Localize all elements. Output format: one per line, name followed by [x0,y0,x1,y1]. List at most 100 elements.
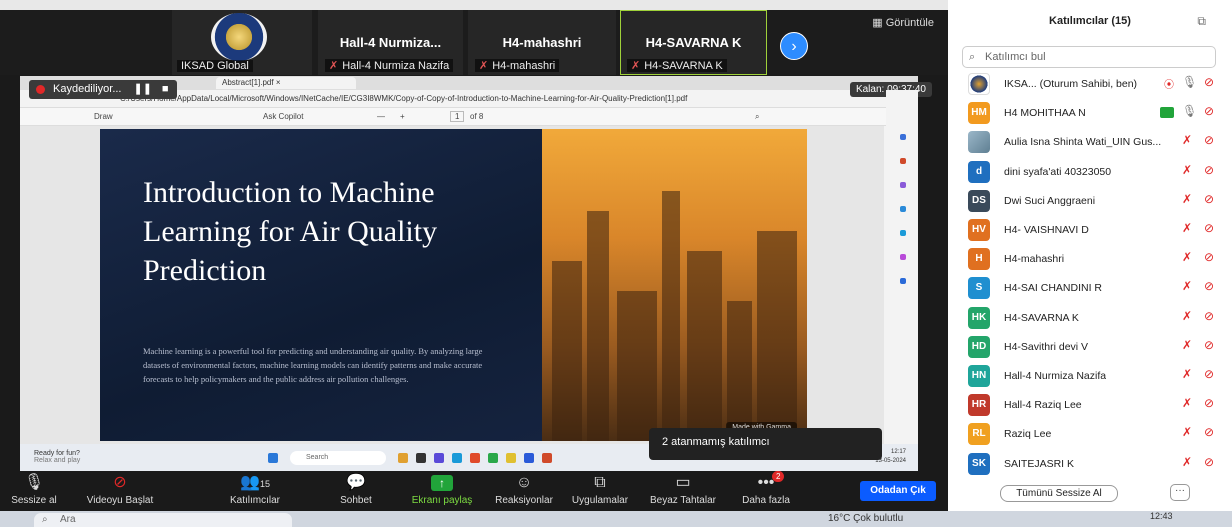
mic-muted-icon[interactable]: ✗ [1182,192,1192,206]
mute-button[interactable]: 🎙 Sessize al [0,471,74,506]
camera-off-icon[interactable]: ⊘ [1204,396,1214,410]
outlook-icon[interactable] [900,230,906,236]
participant-row[interactable]: d dini syafa'ati 40323050 ✗ ⊘ [968,158,1228,186]
participant-row[interactable]: Aulia Isna Shinta Wati_UIN Gus... ✗ ⊘ [968,128,1228,156]
draw-button[interactable]: Draw [94,112,113,121]
video-tile[interactable]: H4-mahashri ✗ H4-mahashri [468,10,616,75]
microphone-icon[interactable]: 🎙 [1182,75,1197,89]
participant-row[interactable]: H H4-mahashri ✗ ⊘ [968,245,1228,273]
participant-row[interactable]: HR Hall-4 Raziq Lee ✗ ⊘ [968,391,1228,419]
chat-button[interactable]: 💬 Sohbet [316,471,396,506]
panel-more-button[interactable]: ··· [1170,484,1190,501]
whiteboards-button[interactable]: ▭ Beyaz Tahtalar [643,471,723,506]
microphone-icon[interactable]: 🎙 [1182,104,1197,118]
edge-app-icon [452,453,462,463]
system-clock[interactable]: 12:43 [1150,511,1173,521]
participant-name: SAITEJASRI K [1004,457,1075,470]
search-icon[interactable]: ⌕ [755,112,759,122]
windows-search[interactable]: ⌕ Ara [34,513,292,527]
weather-widget[interactable]: 16°C Çok bulutlu [828,513,903,524]
page-number-input[interactable]: 1 [450,111,465,122]
camera-off-icon: ⊘ [113,474,127,491]
chat-icon: 💬 [346,474,366,491]
mic-muted-icon[interactable]: ✗ [1182,163,1192,177]
tile-name: ✗ Hall-4 Nurmiza Nazifa [325,59,454,72]
participants-button[interactable]: 👥15 Katılımcılar [215,471,295,506]
reactions-button[interactable]: ☺ Reaksiyonlar [484,471,564,506]
start-video-button[interactable]: ⊘ Videoyu Başlat [80,471,160,506]
camera-off-icon[interactable]: ⊘ [1204,338,1214,352]
tile-name: ✗ H4-mahashri [475,59,560,72]
camera-off-icon[interactable]: ⊘ [1204,192,1214,206]
powerpoint-app-icon [542,453,552,463]
zoom-in-button[interactable]: + [400,112,405,121]
mic-muted-icon[interactable]: ✗ [1182,279,1192,293]
mic-muted-icon[interactable]: ✗ [1182,425,1192,439]
video-tile-host[interactable]: IKSAD Global [172,10,312,75]
participant-name: H4-SAVARNA K [1004,311,1079,324]
share-screen-button[interactable]: ↑ Ekranı paylaş [402,471,482,506]
mic-muted-icon[interactable]: ✗ [1182,309,1192,323]
mute-all-button[interactable]: Tümünü Sessize Al [1000,485,1118,502]
camera-off-icon[interactable]: ⊘ [1204,75,1214,89]
apps-button[interactable]: ⧉ Uygulamalar [560,471,640,506]
mic-muted-icon[interactable]: ✗ [1182,338,1192,352]
mic-muted-icon[interactable]: ✗ [1182,250,1192,264]
avatar: SK [968,452,990,475]
taskbar-search: Search [290,451,386,465]
video-tile-active-speaker[interactable]: H4-SAVARNA K ✗ H4-SAVARNA K [620,10,767,75]
participant-row[interactable]: RL Raziq Lee ✗ ⊘ [968,420,1228,448]
pdf-view[interactable]: Introduction to Machine Learning for Air… [20,126,884,444]
video-tile[interactable]: Hall-4 Nurmiza... ✗ Hall-4 Nurmiza Nazifa [318,10,463,75]
games-icon[interactable] [900,182,906,188]
designer-icon[interactable] [900,254,906,260]
screen-share-icon [1160,107,1174,119]
leave-meeting-button[interactable]: Odadan Çık [860,481,936,501]
mic-muted-icon[interactable]: ✗ [1182,396,1192,410]
apps-icon[interactable] [900,206,906,212]
more-button[interactable]: ••• 2 Daha fazla [726,471,806,506]
mic-muted-icon[interactable]: ✗ [1182,133,1192,147]
participant-row[interactable]: HM H4 MOHITHAA N 🎙 ⊘ [968,99,1228,127]
camera-off-icon[interactable]: ⊘ [1204,279,1214,293]
recording-indicator[interactable]: Kaydediliyor... ❚❚ ■ [29,80,177,99]
mic-muted-icon[interactable]: ✗ [1182,367,1192,381]
participant-row[interactable]: HK H4-SAVARNA K ✗ ⊘ [968,304,1228,332]
mic-muted-icon[interactable]: ✗ [1182,455,1192,469]
apps-icon: ⧉ [594,474,606,491]
mic-muted-icon[interactable]: ✗ [1182,221,1192,235]
participant-row[interactable]: HD H4-Savithri devi V ✗ ⊘ [968,333,1228,361]
panel-title: Katılımcılar (15) [1049,15,1131,27]
camera-off-icon[interactable]: ⊘ [1204,104,1214,118]
camera-off-icon[interactable]: ⊘ [1204,133,1214,147]
avatar: d [968,160,990,183]
zoom-out-button[interactable]: — [377,112,385,121]
participant-row[interactable]: SK SAITEJASRI K ✗ ⊘ [968,450,1228,478]
tools-icon[interactable] [900,158,906,164]
windows-taskbar: ⌕ Ara 16°C Çok bulutlu 12:43 [0,511,1232,527]
camera-off-icon[interactable]: ⊘ [1204,367,1214,381]
pause-icon[interactable]: ❚❚ [133,83,151,95]
camera-off-icon[interactable]: ⊘ [1204,309,1214,323]
ask-copilot-button[interactable]: Ask Copilot [263,112,303,121]
participant-row[interactable]: HV H4- VAISHNAVI D ✗ ⊘ [968,216,1228,244]
camera-off-icon[interactable]: ⊘ [1204,455,1214,469]
mic-muted-icon: ✗ [329,60,339,72]
participant-row[interactable]: HN Hall-4 Nurmiza Nazifa ✗ ⊘ [968,362,1228,390]
drop-icon[interactable] [900,278,906,284]
participant-search-input[interactable]: ⌕ Katılımcı bul [962,46,1216,68]
view-button[interactable]: ▦ Görüntüle [872,16,934,29]
participant-row[interactable]: IKSA... (Oturum Sahibi, ben) ⦿ 🎙 ⊘ [968,70,1228,98]
browser-tab-active[interactable]: Abstract[1].pdf × [216,77,356,89]
camera-off-icon[interactable]: ⊘ [1204,425,1214,439]
tile-name: ✗ H4-SAVARNA K [627,59,727,72]
gallery-next-button[interactable]: › [780,32,808,60]
popout-icon[interactable]: ⧉ [1197,14,1206,29]
camera-off-icon[interactable]: ⊘ [1204,221,1214,235]
camera-off-icon[interactable]: ⊘ [1204,163,1214,177]
copilot-icon[interactable] [900,134,906,140]
camera-off-icon[interactable]: ⊘ [1204,250,1214,264]
stop-icon[interactable]: ■ [162,83,169,95]
participant-row[interactable]: S H4-SAI CHANDINI R ✗ ⊘ [968,274,1228,302]
participant-row[interactable]: DS Dwi Suci Anggraeni ✗ ⊘ [968,187,1228,215]
